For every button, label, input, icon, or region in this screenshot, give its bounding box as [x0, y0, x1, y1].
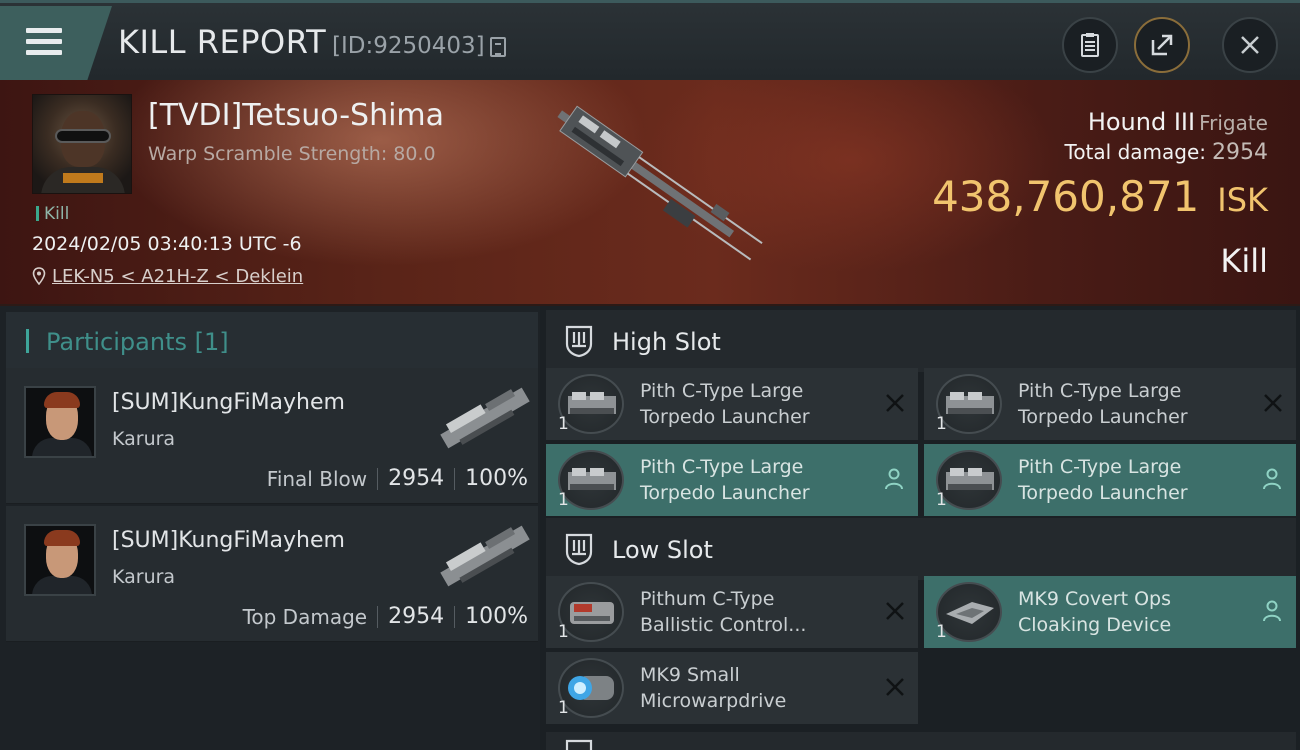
participant-name: [SUM]KungFiMayhem [112, 528, 345, 553]
location-link[interactable]: LEK-N5 < A21H-Z < Deklein [52, 266, 303, 287]
clipboard-button[interactable] [1062, 17, 1118, 73]
total-damage-value: 2954 [1212, 140, 1268, 165]
module-name: MK9 Small Microwarpdrive [640, 664, 787, 712]
participant-stats: Final Blow 2954 100% [267, 466, 528, 491]
high-slot-title: High Slot [612, 328, 721, 356]
module-item[interactable]: 1 Pith C-Type Large Torpedo Launcher [924, 368, 1296, 440]
participant-row[interactable]: [SUM]KungFiMayhem Karura Top Damage 2954 1… [6, 506, 538, 642]
participant-ship: Karura [112, 566, 176, 588]
participant-role: Top Damage [242, 604, 368, 629]
copy-icon[interactable] [490, 37, 506, 57]
low-slot-header: Low Slot [546, 518, 1296, 580]
participant-row[interactable]: [SUM]KungFiMayhem Karura Final Blow 2954 1… [6, 368, 538, 504]
victim-stat-line: Warp Scramble Strength: 80.0 [148, 143, 436, 165]
participant-name: [SUM]KungFiMayhem [112, 390, 345, 415]
menu-button[interactable] [0, 6, 112, 80]
isk-unit: ISK [1217, 181, 1268, 219]
module-quantity: 1 [558, 490, 569, 510]
module-name: MK9 Covert Ops Cloaking Device [1018, 588, 1172, 636]
module-item[interactable]: 1 MK9 Small Microwarpdrive [546, 652, 918, 724]
module-item[interactable]: 1 MK9 Covert Ops Cloaking Device [924, 576, 1296, 648]
destroyed-icon [886, 678, 904, 696]
isk-value: 438,760,871 ISK [932, 172, 1268, 221]
ship-name: Hound III [1087, 108, 1196, 136]
participant-damage: 2954 [388, 604, 445, 629]
total-damage-label: Total damage: [1064, 140, 1207, 164]
participant-ship-image[interactable] [432, 378, 538, 458]
slot-icon [565, 739, 593, 750]
module-quantity: 1 [558, 414, 569, 434]
module-quantity: 1 [558, 698, 569, 718]
participants-header: Participants [1] [6, 312, 538, 370]
page-title: KILL REPORT [118, 23, 327, 61]
participant-role: Final Blow [266, 466, 368, 491]
participant-ship: Karura [112, 428, 176, 450]
low-slot-title: Low Slot [612, 536, 713, 564]
result-label: Kill [1220, 242, 1268, 280]
dropped-user-icon [1263, 468, 1281, 490]
participant-damage: 2954 [388, 466, 445, 491]
low-slot-icon [565, 533, 593, 566]
module-name: Pithum C-Type Ballistic Control... [640, 588, 807, 636]
module-item[interactable]: 1 Pith C-Type Large Torpedo Launcher [924, 444, 1296, 516]
participants-panel: Participants [1] [SUM]KungFiMayhem Karur… [0, 306, 540, 750]
destroyed-icon [886, 602, 904, 620]
ship-class: Frigate [1199, 111, 1268, 135]
high-slot-icon [565, 325, 593, 358]
dropped-user-icon [1263, 600, 1281, 622]
destroyed-icon [1264, 394, 1282, 412]
isk-amount: 438,760,871 [932, 172, 1200, 221]
kill-datetime: 2024/02/05 03:40:13 UTC -6 [32, 233, 302, 255]
module-name: Pith C-Type Large Torpedo Launcher [640, 456, 810, 504]
module-item[interactable]: 1 Pith C-Type Large Torpedo Launcher [546, 368, 918, 440]
module-quantity: 1 [936, 490, 947, 510]
module-name: Pith C-Type Large Torpedo Launcher [1018, 456, 1188, 504]
fitting-panel: High Slot 1 Pith C-Type Large Torpedo Lau… [540, 306, 1300, 750]
share-icon [1151, 34, 1173, 56]
victim-name[interactable]: [TVDI]Tetsuo-Shima [148, 98, 444, 133]
next-slot-header [546, 732, 1296, 750]
destroyed-icon [886, 394, 904, 412]
clipboard-icon [1081, 33, 1099, 57]
report-id: [ID:9250403] [332, 33, 485, 59]
location-pin-icon [32, 267, 46, 285]
share-button[interactable] [1134, 17, 1190, 73]
close-icon [1241, 36, 1259, 54]
module-quantity: 1 [936, 622, 947, 642]
top-bar: KILL REPORT [ID:9250403] [0, 0, 1300, 80]
participant-ship-image[interactable] [432, 516, 538, 596]
kill-tag: Kill [36, 204, 69, 224]
kill-location[interactable]: LEK-N5 < A21H-Z < Deklein [32, 266, 303, 287]
module-name: Pith C-Type Large Torpedo Launcher [640, 380, 810, 428]
module-item[interactable]: 1 Pith C-Type Large Torpedo Launcher [546, 444, 918, 516]
participant-percent: 100% [465, 604, 528, 629]
menu-icon [26, 28, 62, 58]
high-slot-header: High Slot [546, 310, 1296, 372]
participant-percent: 100% [465, 466, 528, 491]
participants-title: Participants [1] [46, 328, 229, 356]
avatar[interactable] [24, 524, 96, 596]
module-item[interactable]: 1 Pithum C-Type Ballistic Control... [546, 576, 918, 648]
victim-avatar[interactable] [32, 94, 132, 194]
dropped-user-icon [885, 468, 903, 490]
module-name: Pith C-Type Large Torpedo Launcher [1018, 380, 1188, 428]
victim-ship-image[interactable] [520, 104, 780, 284]
total-damage: Total damage: 2954 [1065, 140, 1269, 165]
module-quantity: 1 [936, 414, 947, 434]
victim-ship[interactable]: Hound III Frigate [1088, 108, 1268, 136]
module-quantity: 1 [558, 622, 569, 642]
avatar[interactable] [24, 386, 96, 458]
victim-banner: [TVDI]Tetsuo-Shima Warp Scramble Strengt… [0, 80, 1300, 306]
participant-stats: Top Damage 2954 100% [243, 604, 528, 629]
close-button[interactable] [1222, 17, 1278, 73]
